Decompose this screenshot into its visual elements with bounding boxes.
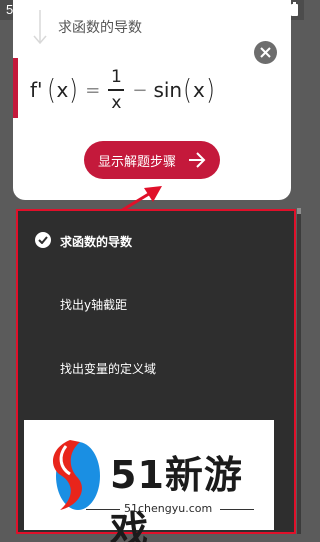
step-item-y-intercept[interactable]: 找出y轴截距 xyxy=(60,296,127,313)
formula-variable: x xyxy=(193,78,205,102)
step-title: 求函数的导数 xyxy=(58,20,142,36)
divider xyxy=(220,509,254,510)
formula-paren-open: ( xyxy=(46,73,56,106)
formula-paren-close: ) xyxy=(69,73,79,106)
arrow-right-icon xyxy=(189,152,206,168)
solution-card: 求函数的导数 f ' ( x ) = 1 x − sin ( x ) 显示解题步… xyxy=(13,0,291,200)
close-button[interactable] xyxy=(254,41,277,64)
watermark-domain: 51chengyu.com xyxy=(124,502,213,515)
formula-variable: x xyxy=(56,78,69,102)
watermark-brand: 51新游戏 xyxy=(110,453,243,542)
formula-prime: ' xyxy=(37,78,43,102)
divider xyxy=(86,509,120,510)
fraction-numerator: 1 xyxy=(110,67,122,88)
watermark: 51新游戏 51chengyu.com xyxy=(24,420,274,542)
show-steps-button[interactable]: 显示解题步骤 xyxy=(84,141,220,179)
step-item-domain[interactable]: 找出变量的定义域 xyxy=(60,360,156,377)
brand-logo-icon xyxy=(52,440,100,510)
down-arrow-icon xyxy=(33,10,47,44)
formula-equals: = xyxy=(85,79,101,101)
derivative-formula: f ' ( x ) = 1 x − sin ( x ) xyxy=(30,62,216,118)
formula-sin: sin xyxy=(153,78,183,102)
close-icon xyxy=(260,47,271,58)
scrollbar[interactable] xyxy=(297,208,301,534)
formula-minus: − xyxy=(132,79,148,101)
battery-icon xyxy=(291,2,298,16)
scrollbar-thumb[interactable] xyxy=(297,208,301,214)
show-steps-label: 显示解题步骤 xyxy=(98,154,177,170)
formula-paren-open: ( xyxy=(183,73,192,106)
check-icon xyxy=(35,232,51,248)
fraction-bar xyxy=(108,89,125,91)
formula-fraction: 1 x xyxy=(108,67,125,113)
step-item-derivative[interactable]: 求函数的导数 xyxy=(60,233,132,250)
fraction-denominator: x xyxy=(111,92,122,113)
formula-paren-close: ) xyxy=(205,73,215,106)
accent-bar xyxy=(13,58,18,118)
formula-function: f xyxy=(30,78,38,102)
